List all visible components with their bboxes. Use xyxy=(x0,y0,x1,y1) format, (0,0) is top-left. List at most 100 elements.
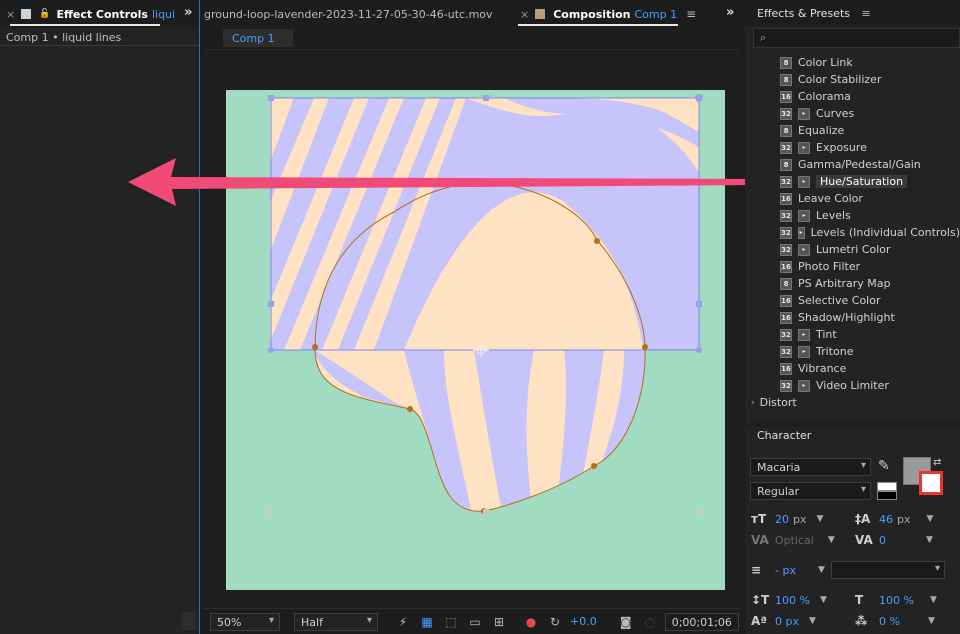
chevron-down-icon[interactable]: ▼ xyxy=(817,514,824,524)
effect-item-label: Video Limiter xyxy=(816,379,889,392)
tracking-row: VA 0 ▼ xyxy=(855,533,933,547)
effect-item[interactable]: 32 ▸ Lumetri Color xyxy=(745,241,960,258)
swap-colors-icon[interactable]: ⇄ xyxy=(933,457,941,468)
character-title: Character xyxy=(757,429,812,442)
effect-item-label: Tint xyxy=(816,328,837,341)
effect-item[interactable]: 8 Equalize xyxy=(745,122,960,139)
eyedropper-icon[interactable]: ✎ xyxy=(878,458,890,474)
effect-item[interactable]: 32 ▸ Tritone xyxy=(745,343,960,360)
effect-bit-depth-icon: 16 xyxy=(780,362,792,375)
effects-presets-title: Effects & Presets xyxy=(757,7,850,20)
effect-item[interactable]: 8 Gamma/Pedestal/Gain xyxy=(745,156,960,173)
effect-item-label: Levels xyxy=(816,209,851,222)
float-icon: ▸ xyxy=(798,141,810,154)
horizontal-scale-icon: T xyxy=(855,593,864,607)
chevron-down-icon[interactable]: ▼ xyxy=(927,514,934,524)
float-icon: ▸ xyxy=(798,175,810,188)
chevron-down-icon[interactable]: ▼ xyxy=(930,595,937,605)
horizontal-scale-row: T 100 % ▼ xyxy=(855,593,937,607)
effect-item-label: Colorama xyxy=(798,90,851,103)
vertical-scale-value[interactable]: 100 % xyxy=(775,594,810,607)
effect-bit-depth-icon: 32 xyxy=(780,345,792,358)
effect-item-label: Gamma/Pedestal/Gain xyxy=(798,158,921,171)
effect-item[interactable]: 32 ▸ Curves xyxy=(745,105,960,122)
effect-category-distort[interactable]: › Distort xyxy=(745,394,960,411)
effect-item-label: Levels (Individual Controls) xyxy=(810,226,960,239)
effect-item[interactable]: 32 ▸ Tint xyxy=(745,326,960,343)
stroke-width-value[interactable]: - px xyxy=(775,564,796,577)
effect-item[interactable]: 8 Color Link xyxy=(745,54,960,71)
kerning-value[interactable]: Optical xyxy=(775,534,814,547)
chevron-down-icon[interactable]: ▼ xyxy=(809,616,816,626)
tracking-icon: VA xyxy=(855,533,873,547)
effect-item[interactable]: 32 ▸ Hue/Saturation xyxy=(745,173,960,190)
kerning-row: VA Optical ▼ xyxy=(751,533,835,547)
chevron-down-icon[interactable]: ▼ xyxy=(928,616,935,626)
float-icon: ▸ xyxy=(798,328,810,341)
stroke-width-icon: ≡ xyxy=(751,563,762,577)
effect-bit-depth-icon: 8 xyxy=(780,73,792,86)
font-style-value: Regular xyxy=(757,485,800,498)
chevron-down-icon[interactable]: ▼ xyxy=(818,565,825,575)
stroke-width-row: ≡ - px ▼ xyxy=(751,563,825,577)
stroke-color-swatch[interactable] xyxy=(919,471,943,495)
effect-bit-depth-icon: 8 xyxy=(780,158,792,171)
font-size-unit: px xyxy=(793,512,807,526)
pink-arrow-icon xyxy=(128,158,768,206)
effect-item-label: Vibrance xyxy=(798,362,847,375)
stroke-style-select[interactable]: ▾ xyxy=(831,561,945,579)
effect-item[interactable]: 16 Colorama xyxy=(745,88,960,105)
leading-row: ‡A 46 px ▼ xyxy=(855,512,933,526)
white-swatch[interactable] xyxy=(877,482,897,491)
panel-menu-icon[interactable]: ≡ xyxy=(862,7,871,20)
font-size-row: тT 20 px ▼ xyxy=(751,512,823,526)
font-size-value[interactable]: 20 xyxy=(775,513,789,526)
vertical-scale-row: ↕T 100 % ▼ xyxy=(751,593,827,607)
effect-bit-depth-icon: 16 xyxy=(780,294,792,307)
effect-item-label: PS Arbitrary Map xyxy=(798,277,891,290)
horizontal-scale-value[interactable]: 100 % xyxy=(879,594,914,607)
black-swatch[interactable] xyxy=(877,491,897,500)
effect-item[interactable]: 8 PS Arbitrary Map xyxy=(745,275,960,292)
effect-bit-depth-icon: 32 xyxy=(780,141,792,154)
chevron-down-icon[interactable]: ▼ xyxy=(820,595,827,605)
effect-item-label: Shadow/Highlight xyxy=(798,311,895,324)
tsume-value[interactable]: 0 % xyxy=(879,615,900,628)
effect-item-label: Hue/Saturation xyxy=(816,175,908,188)
effect-bit-depth-icon: 16 xyxy=(780,311,792,324)
effect-item[interactable]: 32 ▸ Video Limiter xyxy=(745,377,960,394)
baseline-shift-value[interactable]: 0 px xyxy=(775,615,799,628)
effect-bit-depth-icon: 16 xyxy=(780,260,792,273)
effect-item[interactable]: 32 ▸ Exposure xyxy=(745,139,960,156)
float-icon: ▸ xyxy=(798,345,810,358)
effect-bit-depth-icon: 8 xyxy=(780,277,792,290)
effect-item[interactable]: 16 Shadow/Highlight xyxy=(745,309,960,326)
effects-presets-header: Effects & Presets ≡ xyxy=(745,0,960,26)
effect-item[interactable]: 32 ▸ Levels xyxy=(745,207,960,224)
effect-item[interactable]: 32 ▸ Levels (Individual Controls) xyxy=(745,224,960,241)
effect-item-label: Exposure xyxy=(816,141,867,154)
chevron-down-icon[interactable]: ▼ xyxy=(828,535,835,545)
effect-item-label: Color Link xyxy=(798,56,853,69)
float-icon: ▸ xyxy=(798,209,810,222)
effect-bit-depth-icon: 32 xyxy=(780,328,792,341)
effect-item[interactable]: 16 Vibrance xyxy=(745,360,960,377)
font-family-value: Macaria xyxy=(757,461,801,474)
category-label: Distort xyxy=(759,396,797,409)
effect-item[interactable]: 8 Color Stabilizer xyxy=(745,71,960,88)
effects-search-input[interactable]: ⌕ xyxy=(753,28,960,48)
effect-item[interactable]: 16 Leave Color xyxy=(745,190,960,207)
font-family-select[interactable]: Macaria ▾ xyxy=(750,458,871,476)
float-icon: ▸ xyxy=(797,226,805,239)
tracking-value[interactable]: 0 xyxy=(879,534,886,547)
kerning-icon: VA xyxy=(751,533,769,547)
effect-item-label: Lumetri Color xyxy=(816,243,891,256)
baseline-shift-row: Aª 0 px ▼ xyxy=(751,614,816,628)
effect-bit-depth-icon: 32 xyxy=(780,107,792,120)
effect-item[interactable]: 16 Photo Filter xyxy=(745,258,960,275)
effect-item[interactable]: 16 Selective Color xyxy=(745,292,960,309)
font-style-select[interactable]: Regular ▾ xyxy=(750,482,871,500)
chevron-down-icon[interactable]: ▼ xyxy=(926,535,933,545)
leading-value[interactable]: 46 xyxy=(879,513,893,526)
float-icon: ▸ xyxy=(798,379,810,392)
